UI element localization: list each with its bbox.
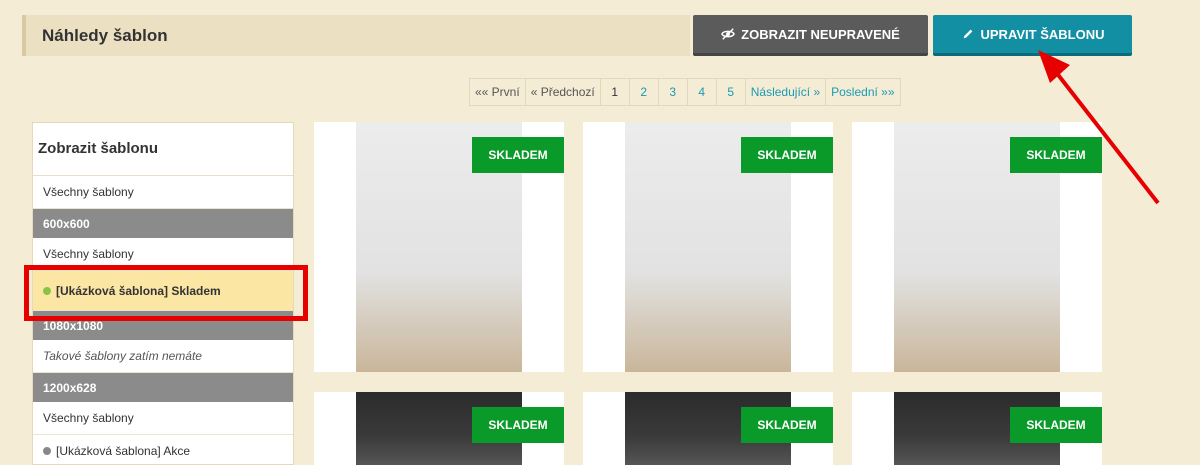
pagination-page-2[interactable]: 2 — [628, 78, 659, 106]
pagination-first[interactable]: «« První — [469, 78, 526, 106]
sidebar-item-label: Všechny šablony — [43, 247, 134, 261]
sidebar-title: Zobrazit šablonu — [33, 123, 293, 176]
sidebar-item-all-templates[interactable]: Všechny šablony — [33, 176, 293, 209]
pagination-page-3[interactable]: 3 — [657, 78, 688, 106]
pagination-page-4[interactable]: 4 — [686, 78, 717, 106]
template-preview[interactable]: SKLADEM — [583, 392, 833, 465]
sidebar-item-all-templates-1200[interactable]: Všechny šablony — [33, 402, 293, 435]
sidebar-item-label: Všechny šablony — [43, 411, 134, 425]
pagination-page-1[interactable]: 1 — [599, 78, 630, 106]
edit-template-label: UPRAVIT ŠABLONU — [980, 26, 1105, 42]
sidebar-item-akce[interactable]: [Ukázková šablona] Akce — [33, 435, 293, 464]
sidebar-section-label: 1200x628 — [43, 380, 97, 395]
stock-badge: SKLADEM — [472, 407, 564, 443]
pagination-next[interactable]: Následující » — [744, 78, 827, 106]
page-title: Náhledy šablon — [42, 26, 168, 45]
stock-badge: SKLADEM — [741, 407, 833, 443]
template-preview[interactable]: SKLADEM — [314, 392, 564, 465]
eye-slash-icon — [721, 28, 736, 40]
stock-badge: SKLADEM — [1010, 407, 1102, 443]
stock-badge: SKLADEM — [472, 137, 564, 173]
stock-badge: SKLADEM — [741, 137, 833, 173]
pencil-icon — [963, 29, 972, 39]
sidebar-item-label: Takové šablony zatím nemáte — [43, 349, 202, 363]
show-unedited-button[interactable]: ZOBRAZIT NEUPRAVENÉ — [693, 15, 928, 56]
sidebar-empty-note: Takové šablony zatím nemáte — [33, 340, 293, 373]
annotation-arrow-icon — [1038, 50, 1160, 205]
pagination-page-5[interactable]: 5 — [715, 78, 746, 106]
sidebar-item-label: Všechny šablony — [43, 185, 134, 199]
pagination-prev[interactable]: « Předchozí — [524, 78, 601, 106]
annotation-highlight-box — [24, 265, 308, 321]
pagination: «« První « Předchozí 1 2 3 4 5 Následují… — [469, 78, 901, 106]
template-preview[interactable]: SKLADEM — [583, 122, 833, 372]
sidebar-section-label: 600x600 — [43, 216, 90, 231]
show-unedited-label: ZOBRAZIT NEUPRAVENÉ — [741, 26, 900, 42]
status-dot-icon — [43, 447, 51, 455]
page-header: Náhledy šablon — [22, 15, 690, 56]
sidebar-item-label: [Ukázková šablona] Akce — [56, 444, 191, 458]
sidebar-section-600x600: 600x600 — [33, 209, 293, 238]
template-preview[interactable]: SKLADEM — [314, 122, 564, 372]
sidebar-section-1200x628: 1200x628 — [33, 373, 293, 402]
pagination-last[interactable]: Poslední »» — [825, 78, 901, 106]
template-preview[interactable]: SKLADEM — [852, 392, 1102, 465]
